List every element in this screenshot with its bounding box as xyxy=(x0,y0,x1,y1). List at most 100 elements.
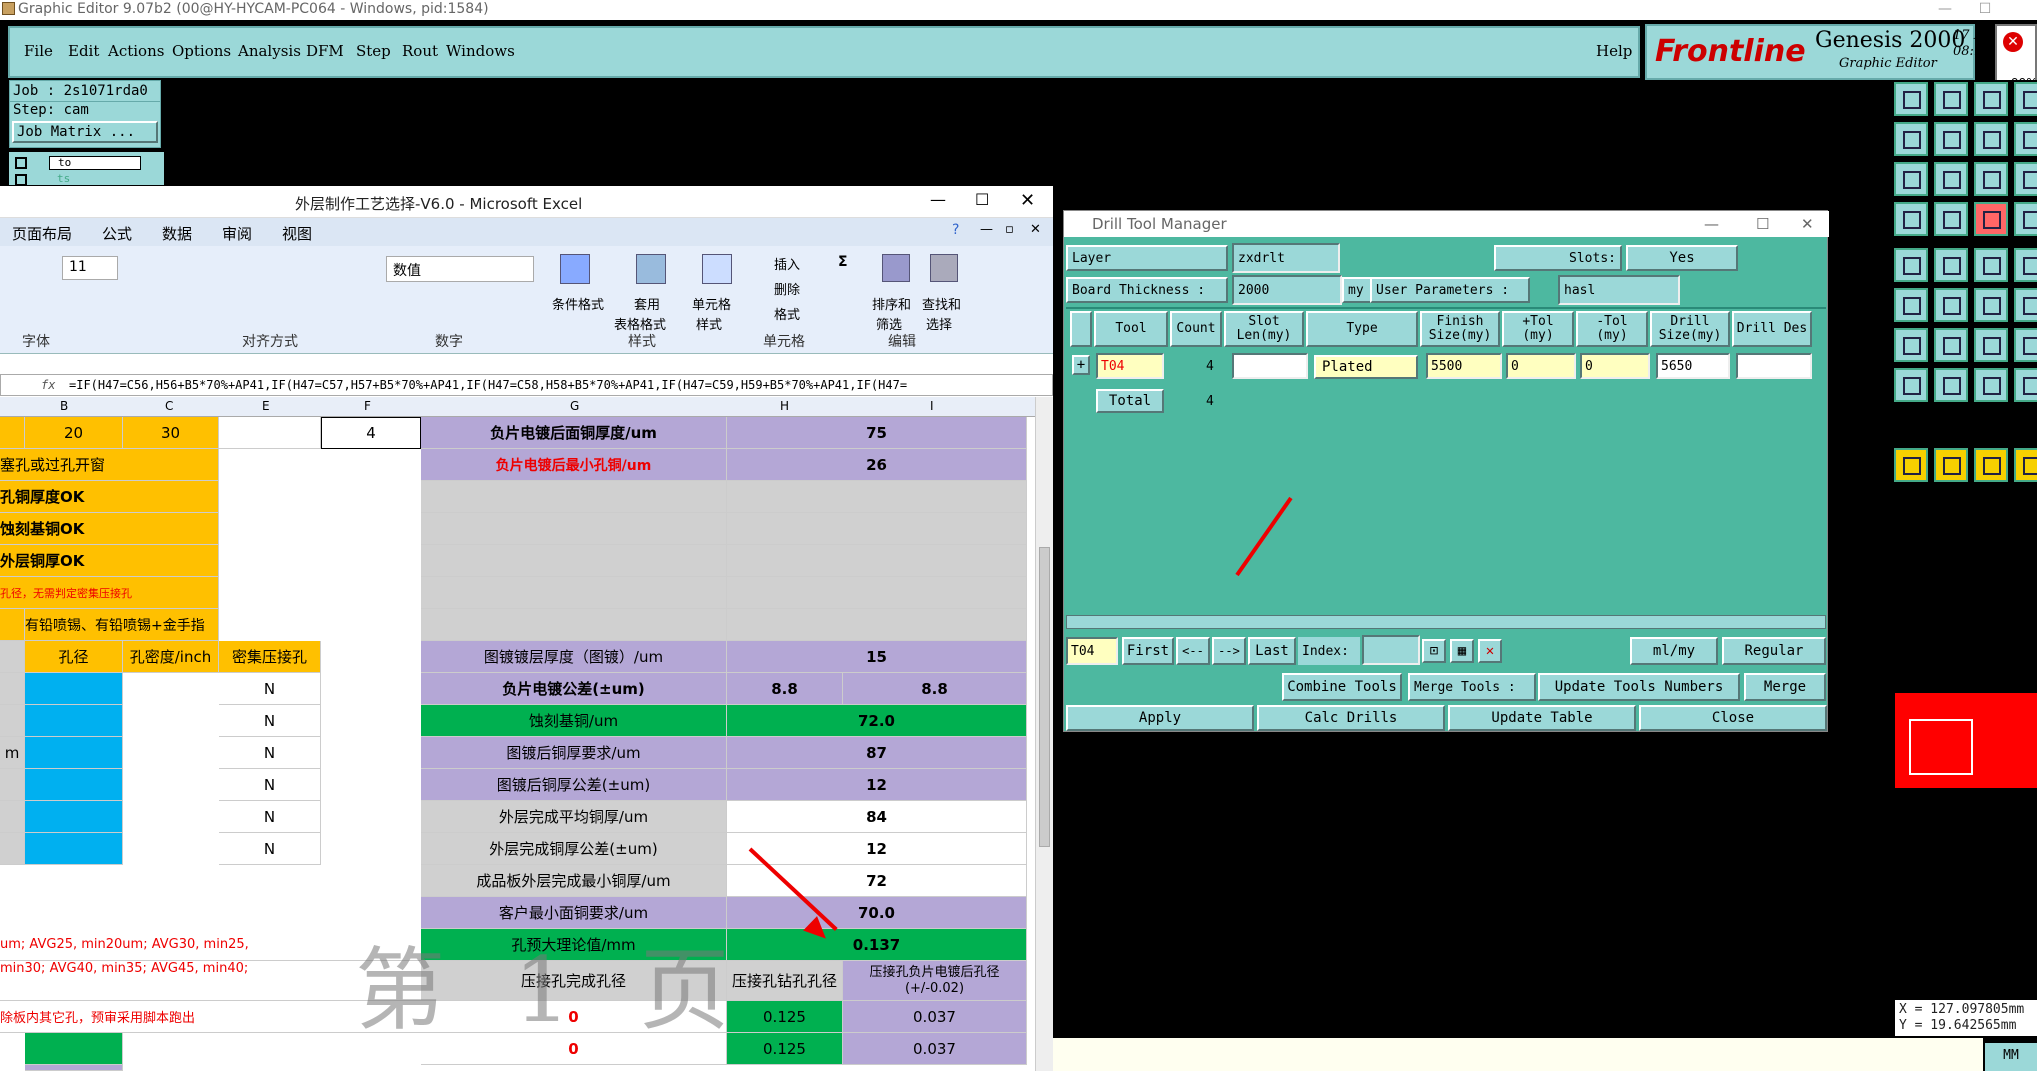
cell-a2[interactable]: 塞孔或过孔开窗 xyxy=(0,449,219,481)
cell[interactable] xyxy=(421,481,727,513)
tab-data[interactable]: 数据 xyxy=(162,223,192,244)
tool-icon[interactable] xyxy=(1894,122,1928,156)
tool-icon[interactable] xyxy=(1974,248,2008,282)
last-button[interactable]: Last xyxy=(1248,637,1296,665)
tab-review[interactable]: 审阅 xyxy=(222,223,252,244)
tool-icon[interactable] xyxy=(1934,328,1968,362)
cell-i20[interactable]: 0.037 xyxy=(843,1033,1027,1065)
conditional-format-button[interactable]: 条件格式 xyxy=(552,294,604,313)
tool-icon[interactable] xyxy=(1934,248,1968,282)
pointer-icon[interactable] xyxy=(2014,448,2037,482)
tool-cell[interactable]: T04 xyxy=(1096,353,1164,379)
cell[interactable] xyxy=(25,1065,123,1071)
close-icon[interactable]: ✕ xyxy=(1020,190,1035,211)
tool-icon[interactable] xyxy=(1974,328,2008,362)
close-button[interactable]: Close xyxy=(1639,705,1827,731)
cell-i9[interactable]: 8.8 xyxy=(843,673,1027,705)
cell[interactable] xyxy=(25,705,123,737)
cell-g10[interactable]: 蚀刻基铜/um xyxy=(421,705,727,737)
tool-icon[interactable] xyxy=(1894,328,1928,362)
pointer-icon[interactable] xyxy=(1974,448,2008,482)
tool-icon[interactable] xyxy=(2014,82,2037,116)
col-g[interactable]: G xyxy=(570,399,579,413)
tool-icon[interactable] xyxy=(2014,328,2037,362)
conditional-format-icon[interactable] xyxy=(560,254,590,284)
cell[interactable] xyxy=(421,609,727,641)
grid-icon[interactable]: ▦ xyxy=(1450,639,1474,663)
tool-icon[interactable] xyxy=(2014,368,2037,402)
cell-b1[interactable]: 20 xyxy=(25,417,123,449)
cell-e12[interactable]: N xyxy=(219,769,321,801)
cell-e13[interactable]: N xyxy=(219,801,321,833)
tool-icon[interactable] xyxy=(1934,368,1968,402)
menu-rout[interactable]: Rout xyxy=(402,42,438,60)
tool-icon[interactable] xyxy=(1974,162,2008,196)
menu-step[interactable]: Step xyxy=(356,42,391,60)
cell[interactable] xyxy=(421,513,727,545)
col-c[interactable]: C xyxy=(165,399,173,413)
cell[interactable] xyxy=(727,513,1027,545)
tool-icon[interactable] xyxy=(2014,122,2037,156)
cell[interactable] xyxy=(219,417,321,449)
tool-icon[interactable] xyxy=(2014,202,2037,236)
thickness-field[interactable]: 2000 xyxy=(1232,275,1342,305)
cell-a3[interactable]: 孔铜厚度OK xyxy=(0,481,219,513)
cell[interactable] xyxy=(0,417,25,449)
col-f[interactable]: F xyxy=(364,399,371,413)
drill-des-input[interactable] xyxy=(1736,353,1812,379)
cell[interactable] xyxy=(421,577,727,609)
cell-a4[interactable]: 蚀刻基铜OK xyxy=(0,513,219,545)
cell-e11[interactable]: N xyxy=(219,737,321,769)
cell[interactable] xyxy=(727,481,1027,513)
cell-i19[interactable]: 0.037 xyxy=(843,1001,1027,1033)
cell-e14[interactable]: N xyxy=(219,833,321,865)
tool-icon[interactable] xyxy=(1894,368,1928,402)
col-b[interactable]: B xyxy=(60,399,68,413)
pointer-icon[interactable] xyxy=(1894,448,1928,482)
first-button[interactable]: First xyxy=(1122,637,1174,665)
help-icon[interactable]: ? xyxy=(952,222,959,238)
cell-a6[interactable]: 孔径，无需判定密集压接孔 xyxy=(0,577,219,609)
tool-icon[interactable] xyxy=(1934,122,1968,156)
cell-e9[interactable]: N xyxy=(219,673,321,705)
combine-tools-button[interactable]: Combine Tools xyxy=(1282,673,1402,701)
tool-icon[interactable] xyxy=(1894,162,1928,196)
tool-icon[interactable] xyxy=(1934,202,1968,236)
cell-g2[interactable]: 负片电镀后最小孔铜/um xyxy=(421,449,727,481)
cell[interactable] xyxy=(0,705,25,737)
ribbon-minimize-icon[interactable]: — xyxy=(980,222,993,237)
formula-text[interactable]: =IF(H47=C56,H56+B5*70%+AP41,IF(H47=C57,H… xyxy=(69,378,907,392)
tool-icon[interactable] xyxy=(2014,162,2037,196)
cell-h10[interactable]: 72.0 xyxy=(727,705,1027,737)
menu-help[interactable]: Help xyxy=(1596,42,1632,60)
clear-icon[interactable]: ✕ xyxy=(1478,639,1502,663)
cell-h11[interactable]: 87 xyxy=(727,737,1027,769)
cell-a5[interactable]: 外层铜厚OK xyxy=(0,545,219,577)
cell-h14[interactable]: 12 xyxy=(727,833,1027,865)
tool-icon[interactable] xyxy=(1894,288,1928,322)
cell[interactable] xyxy=(0,833,25,865)
cell[interactable] xyxy=(727,609,1027,641)
update-table-button[interactable]: Update Table xyxy=(1448,705,1636,731)
cell-g12[interactable]: 图镀后铜厚公差(±um) xyxy=(421,769,727,801)
cell-h16[interactable]: 70.0 xyxy=(727,897,1027,929)
col-i[interactable]: I xyxy=(930,399,934,413)
find-label-b[interactable]: 选择 xyxy=(926,314,952,333)
menu-file[interactable]: File xyxy=(24,42,53,60)
job-matrix-button[interactable]: Job Matrix ... xyxy=(12,121,158,143)
sort-label-a[interactable]: 排序和 xyxy=(872,294,911,313)
cell-f1[interactable]: 4 xyxy=(321,417,421,449)
cell[interactable] xyxy=(0,641,25,673)
cell-g14[interactable]: 外层完成铜厚公差(±um) xyxy=(421,833,727,865)
cell-g13[interactable]: 外层完成平均铜厚/um xyxy=(421,801,727,833)
cell[interactable] xyxy=(25,737,123,769)
font-size-select[interactable]: 11 xyxy=(62,256,118,280)
maximize-icon[interactable]: ☐ xyxy=(975,190,989,209)
tool-icon[interactable] xyxy=(1894,82,1928,116)
tool-icon[interactable] xyxy=(1974,202,2008,236)
drill-size-input[interactable]: 5650 xyxy=(1656,353,1730,379)
layer-field[interactable]: zxdrlt xyxy=(1232,243,1340,273)
cell-h17[interactable]: 0.137 xyxy=(727,929,1027,961)
insert-button[interactable]: 插入 xyxy=(774,254,800,273)
scroll-thumb[interactable] xyxy=(1039,547,1050,847)
